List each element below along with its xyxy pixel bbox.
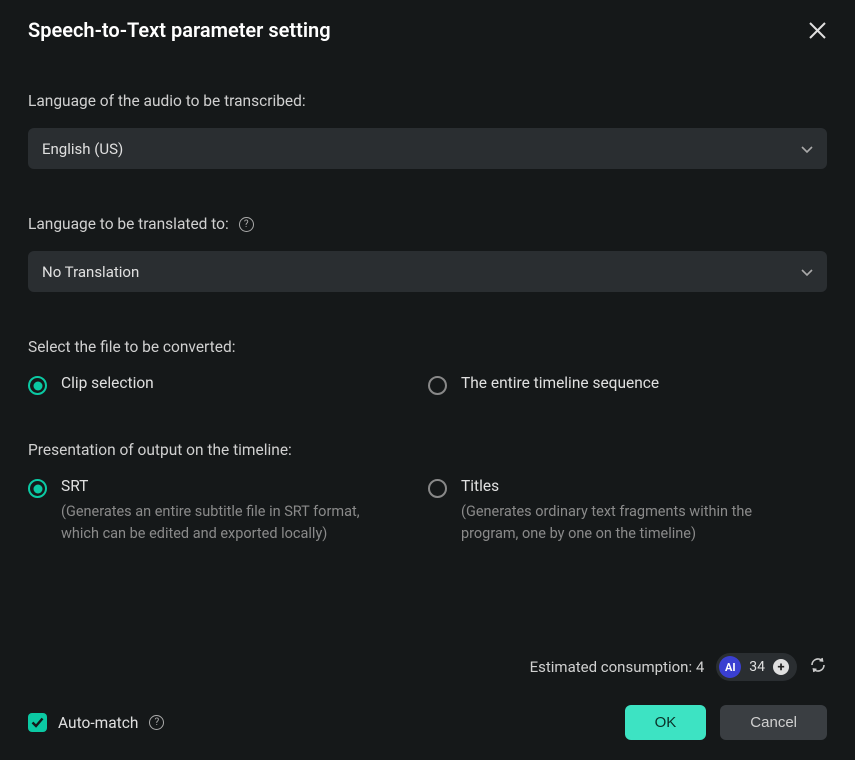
- close-icon[interactable]: [807, 20, 827, 40]
- translate-language-label-text: Language to be translated to:: [28, 215, 229, 233]
- credits-pill: AI 34 +: [716, 653, 797, 681]
- radio-entire-timeline[interactable]: The entire timeline sequence: [428, 374, 827, 395]
- automatch-label: Auto-match: [58, 714, 138, 732]
- footer-actions-row: Auto-match ? OK Cancel: [28, 705, 827, 740]
- translate-language-select[interactable]: No Translation: [28, 251, 827, 292]
- radio-icon: [428, 479, 447, 498]
- radio-titles-label: Titles: [461, 477, 801, 495]
- file-select-section: Select the file to be converted: Clip se…: [28, 338, 827, 395]
- estimated-consumption-value: 4: [696, 658, 704, 676]
- help-icon[interactable]: ?: [239, 217, 254, 232]
- translate-language-label: Language to be translated to: ?: [28, 215, 827, 233]
- output-presentation-section: Presentation of output on the timeline: …: [28, 441, 827, 546]
- file-select-label: Select the file to be converted:: [28, 338, 827, 356]
- button-row: OK Cancel: [625, 705, 827, 740]
- credits-value: 34: [749, 659, 765, 675]
- audio-language-label: Language of the audio to be transcribed:: [28, 92, 827, 110]
- radio-icon: [28, 376, 47, 395]
- chevron-down-icon: [801, 139, 813, 158]
- estimated-consumption-label: Estimated consumption: 4: [530, 658, 705, 676]
- footer-credits-row: Estimated consumption: 4 AI 34 +: [28, 653, 827, 681]
- translate-language-value: No Translation: [42, 263, 139, 281]
- audio-language-section: Language of the audio to be transcribed:…: [28, 92, 827, 169]
- radio-srt-desc: (Generates an entire subtitle file in SR…: [61, 501, 401, 546]
- ai-badge-icon: AI: [719, 656, 741, 678]
- radio-srt-label: SRT: [61, 477, 401, 495]
- radio-srt[interactable]: SRT (Generates an entire subtitle file i…: [28, 477, 428, 546]
- radio-titles-desc: (Generates ordinary text fragments withi…: [461, 501, 801, 546]
- dialog-header: Speech-to-Text parameter setting: [28, 18, 827, 42]
- radio-timeline-label: The entire timeline sequence: [461, 374, 659, 392]
- radio-titles[interactable]: Titles (Generates ordinary text fragment…: [428, 477, 827, 546]
- chevron-down-icon: [801, 262, 813, 281]
- help-icon[interactable]: ?: [149, 715, 164, 730]
- output-radio-group: SRT (Generates an entire subtitle file i…: [28, 477, 827, 546]
- plus-icon[interactable]: +: [773, 659, 789, 675]
- stt-settings-dialog: Speech-to-Text parameter setting Languag…: [0, 0, 855, 760]
- radio-clip-selection[interactable]: Clip selection: [28, 374, 428, 395]
- radio-clip-label: Clip selection: [61, 374, 154, 392]
- ok-button[interactable]: OK: [625, 705, 707, 740]
- refresh-icon[interactable]: [809, 656, 827, 678]
- cancel-button[interactable]: Cancel: [720, 705, 827, 740]
- audio-language-value: English (US): [42, 140, 123, 158]
- automatch-row: Auto-match ?: [28, 713, 164, 732]
- radio-icon: [428, 376, 447, 395]
- output-presentation-label: Presentation of output on the timeline:: [28, 441, 827, 459]
- automatch-checkbox[interactable]: [28, 713, 47, 732]
- radio-icon: [28, 479, 47, 498]
- audio-language-select[interactable]: English (US): [28, 128, 827, 169]
- file-select-radio-group: Clip selection The entire timeline seque…: [28, 374, 827, 395]
- dialog-title: Speech-to-Text parameter setting: [28, 18, 331, 42]
- translate-language-section: Language to be translated to: ? No Trans…: [28, 215, 827, 292]
